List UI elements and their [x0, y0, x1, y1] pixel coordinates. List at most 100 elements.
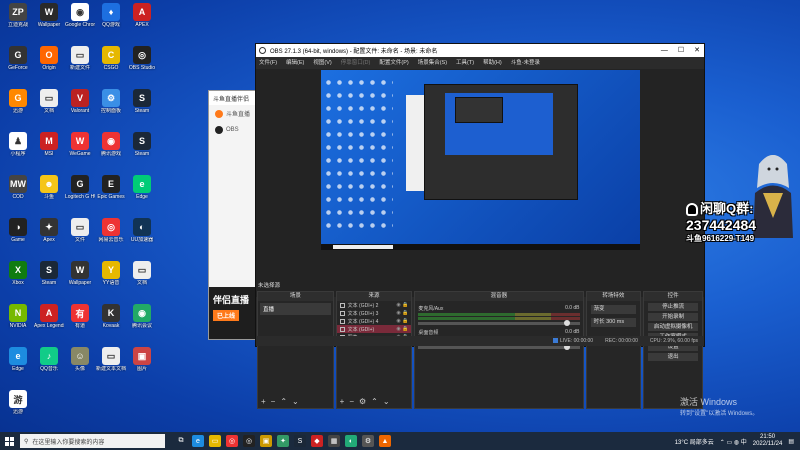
transition-select[interactable]: 渐变 — [590, 305, 637, 314]
source-item[interactable]: 文本 (GDI+) 3 ◉ 🔒 — [337, 309, 412, 317]
control-button[interactable]: 开始录制 — [648, 313, 699, 321]
desktop-icon[interactable]: ♦ QQ游戏 — [96, 2, 126, 36]
game-icon[interactable]: ▣ — [260, 435, 272, 447]
move-down-button[interactable]: ⌄ — [292, 397, 299, 406]
desktop-icon[interactable]: W Wallpaper — [65, 260, 95, 294]
desktop-icon[interactable]: ♟ 小程序 — [3, 131, 33, 165]
obs-window[interactable]: OBS 27.1.3 (64-bit, windows) - 配置文件: 未命名… — [255, 43, 705, 409]
desktop-icon[interactable]: ◉ 腾讯游戏 — [96, 131, 126, 165]
desktop-icon[interactable]: e Edge — [3, 346, 33, 380]
visibility-eye-icon[interactable]: ◉ 🔒 — [396, 326, 408, 332]
desktop-icon[interactable]: ◎ 网易云音乐 — [96, 217, 126, 251]
tray-icons[interactable]: ⌃ ▭ ◍ 中 — [720, 437, 747, 446]
desktop-icon[interactable]: ☺ 头像 — [65, 346, 95, 380]
desktop-icon[interactable]: ◉Google Chrome — [65, 2, 95, 36]
taskbar-clock[interactable]: 21:50 2022/11/24 — [753, 434, 783, 448]
source-item[interactable]: 文本 (GDI+) ◉ 🔒 — [336, 325, 412, 333]
volume-slider[interactable] — [418, 320, 580, 326]
desktop-icon[interactable]: ▭ 新建文件 — [65, 45, 95, 79]
desktop-icon[interactable]: ◑ Game — [3, 217, 33, 251]
desktop-icon[interactable]: G GeForce — [3, 45, 33, 79]
visibility-eye-icon[interactable]: ◉ 🔒 — [396, 318, 408, 324]
task-view-icon[interactable]: ⧉ — [175, 435, 187, 447]
app4-icon[interactable]: ◐ — [345, 435, 357, 447]
add-scene-button[interactable]: + — [261, 397, 266, 406]
desktop-icon[interactable]: E Epic Games — [96, 174, 126, 208]
remove-scene-button[interactable]: − — [271, 397, 276, 406]
desktop-icon[interactable]: ▭ 新建文本文档 — [96, 346, 126, 380]
desktop-icon[interactable]: K Kovaak — [96, 303, 126, 337]
stream-preview[interactable] — [321, 70, 640, 250]
transition-duration[interactable]: 时长 300 ms — [590, 318, 637, 327]
control-button[interactable]: 退出 — [648, 353, 699, 361]
desktop-icon[interactable]: e Edge — [127, 174, 157, 208]
menu-item[interactable]: 帮助(H) — [483, 57, 502, 69]
menu-item[interactable]: 斗鱼-未登录 — [511, 57, 540, 69]
desktop-icon[interactable]: ☻ 斗鱼 — [34, 174, 64, 208]
desktop-icon[interactable]: S Steam — [34, 260, 64, 294]
volume-slider[interactable] — [418, 344, 580, 350]
menu-item[interactable]: 工具(T) — [456, 57, 474, 69]
remove-source-button[interactable]: − — [349, 397, 354, 406]
desktop-icon[interactable]: G 迅游 — [3, 88, 33, 122]
desktop-icon[interactable]: X Xbox — [3, 260, 33, 294]
move-down-button[interactable]: ⌄ — [383, 397, 390, 406]
app3-icon[interactable]: ▦ — [328, 435, 340, 447]
menu-item[interactable]: 视图(V) — [313, 57, 331, 69]
desktop-icon[interactable]: MW COD — [3, 174, 33, 208]
weather-widget[interactable]: 13°C 局部多云 — [675, 437, 714, 446]
control-button[interactable]: 停止推流 — [648, 303, 699, 311]
scene-item[interactable]: 直播 — [260, 303, 331, 315]
desktop-icon[interactable]: S Steam — [127, 88, 157, 122]
desktop-icon[interactable]: ▭ 文档 — [34, 88, 64, 122]
desktop-icon[interactable]: ✦ Apex — [34, 217, 64, 251]
desktop-icon[interactable]: N NVIDIA — [3, 303, 33, 337]
desktop-icon[interactable]: V Valorant — [65, 88, 95, 122]
app2-icon[interactable]: ◆ — [311, 435, 323, 447]
desktop-icon[interactable]: O Origin — [34, 45, 64, 79]
desktop-icon[interactable]: M MSI — [34, 131, 64, 165]
desktop-icon[interactable]: ◉ 腾讯会议 — [127, 303, 157, 337]
desktop-icon[interactable]: ⚙ 控制面板 — [96, 88, 126, 122]
source-properties-button[interactable]: ⚙ — [359, 397, 366, 406]
obs-icon[interactable]: ◎ — [243, 435, 255, 447]
desktop-icon[interactable]: A APEX — [127, 2, 157, 36]
steam-icon[interactable]: S — [294, 435, 306, 447]
menu-item[interactable]: 停靠窗口(D) — [341, 57, 371, 69]
move-up-button[interactable]: ⌃ — [280, 397, 287, 406]
desktop-icon[interactable]: ◐ UU加速器 — [127, 217, 157, 251]
explorer-icon[interactable]: ▭ — [209, 435, 221, 447]
app-icon[interactable]: ✦ — [277, 435, 289, 447]
desktop-icon[interactable]: Y YY语音 — [96, 260, 126, 294]
app5-icon[interactable]: ⚙ — [362, 435, 374, 447]
desktop-icon[interactable]: A Apex Legends — [34, 303, 64, 337]
desktop-icon[interactable]: W WeGame — [65, 131, 95, 165]
edge-icon[interactable]: e — [192, 435, 204, 447]
desktop-icon[interactable]: ZP 立迪克战 — [3, 2, 33, 36]
add-source-button[interactable]: + — [340, 397, 345, 406]
menu-item[interactable]: 配置文件(P) — [379, 57, 408, 69]
start-button[interactable] — [0, 432, 18, 450]
menu-item[interactable]: 场景集合(S) — [418, 57, 447, 69]
menu-item[interactable]: 文件(F) — [259, 57, 277, 69]
desktop-icon[interactable]: ▭ 文件 — [65, 217, 95, 251]
taskbar-search-box[interactable]: ⚲ 在这里输入你要搜索的内容 — [20, 434, 165, 448]
app6-icon[interactable]: ▲ — [379, 435, 391, 447]
netease-music-icon[interactable]: ◎ — [226, 435, 238, 447]
visibility-eye-icon[interactable]: ◉ 🔒 — [396, 302, 408, 308]
visibility-eye-icon[interactable]: ◉ 🔒 — [396, 310, 408, 316]
desktop-icon[interactable]: W Wallpaper — [34, 2, 64, 36]
close-button[interactable]: ✕ — [694, 44, 700, 57]
desktop-icon[interactable]: ▭ 文档 — [127, 260, 157, 294]
control-button[interactable]: 启动虚拟摄像机 — [648, 323, 699, 331]
minimize-button[interactable]: — — [661, 44, 668, 57]
desktop-icon[interactable]: ◎ OBS Studio — [127, 45, 157, 79]
desktop-icon[interactable]: C CSGO — [96, 45, 126, 79]
desktop-icon[interactable]: ▣ 图片 — [127, 346, 157, 380]
desktop-icon[interactable]: 游迅游 — [3, 389, 33, 423]
desktop-icon[interactable]: ♪ QQ音乐 — [34, 346, 64, 380]
desktop-icon[interactable]: S Steam — [127, 131, 157, 165]
menu-item[interactable]: 编辑(E) — [286, 57, 304, 69]
source-item[interactable]: 文本 (GDI+) 4 ◉ 🔒 — [337, 317, 412, 325]
move-up-button[interactable]: ⌃ — [371, 397, 378, 406]
